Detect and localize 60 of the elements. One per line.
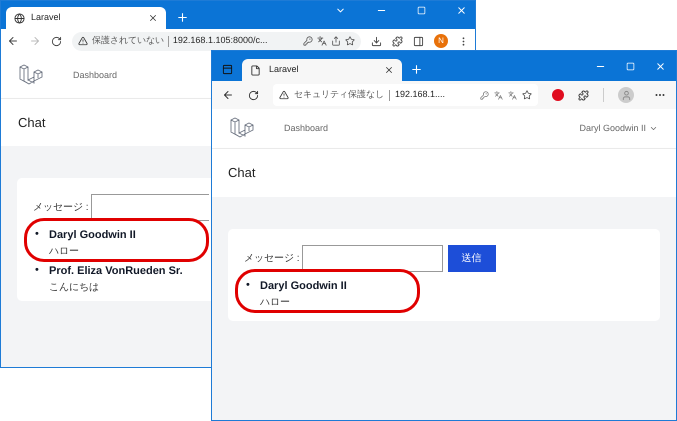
favorite-icon[interactable] xyxy=(522,90,532,100)
back-icon[interactable] xyxy=(222,89,234,101)
new-tab-icon[interactable] xyxy=(410,63,423,76)
translate-icon[interactable] xyxy=(508,90,518,100)
bullet: • xyxy=(34,263,40,278)
new-tab-icon[interactable] xyxy=(176,11,189,24)
reload-icon[interactable] xyxy=(50,36,62,46)
message-author: Prof. Eliza VonRueden Sr. xyxy=(49,264,183,279)
page-icon xyxy=(250,64,261,76)
address-bar[interactable]: 保護されていない 192.168.1.105:8000/c... xyxy=(72,32,362,50)
close-tab-icon[interactable] xyxy=(148,13,158,23)
bullet: • xyxy=(245,278,251,293)
profile-avatar[interactable] xyxy=(618,87,634,103)
message-text: ハロー xyxy=(49,245,79,259)
star-icon[interactable] xyxy=(345,36,356,46)
bullet: • xyxy=(34,227,40,242)
side-panel-icon[interactable] xyxy=(413,36,424,46)
key-icon[interactable] xyxy=(303,36,314,46)
security-warning: 保護されていない xyxy=(92,34,164,48)
download-icon[interactable] xyxy=(371,36,382,46)
tab-title: Laravel xyxy=(31,11,62,24)
message-text: ハロー xyxy=(260,296,290,310)
tab-title: Laravel xyxy=(269,63,300,76)
share-icon[interactable] xyxy=(331,36,342,46)
close-icon[interactable] xyxy=(456,4,467,16)
maximize-icon[interactable] xyxy=(626,62,635,70)
send-button[interactable]: 送信 xyxy=(448,245,496,272)
message-label: メッセージ : xyxy=(33,201,89,215)
page-title: Chat xyxy=(228,164,256,182)
workspace-icon[interactable] xyxy=(222,64,233,75)
message-input[interactable] xyxy=(90,194,209,221)
message-label: メッセージ : xyxy=(244,252,300,266)
back-icon[interactable] xyxy=(7,35,19,47)
globe-icon xyxy=(14,12,25,24)
key-icon[interactable] xyxy=(480,90,490,100)
message-text: こんにちは xyxy=(49,281,99,295)
address-bar[interactable]: セキュリティ保護なし 192.168.1.... xyxy=(272,84,538,106)
extensions-icon[interactable] xyxy=(578,90,590,100)
page-title: Chat xyxy=(18,114,46,132)
close-icon[interactable] xyxy=(655,60,666,72)
user-menu[interactable]: Daryl Goodwin II xyxy=(579,122,658,136)
extension-icon[interactable] xyxy=(552,89,564,101)
maximize-icon[interactable] xyxy=(417,6,426,14)
close-tab-icon[interactable] xyxy=(384,65,394,75)
warning-icon xyxy=(278,90,289,100)
browser-tab[interactable]: Laravel xyxy=(242,59,402,81)
address-text: 192.168.1.... xyxy=(394,88,445,102)
message-input[interactable] xyxy=(302,245,443,272)
chevron-down-icon xyxy=(649,124,658,133)
message-author: Daryl Goodwin II xyxy=(260,279,347,294)
security-warning: セキュリティ保護なし xyxy=(294,88,384,102)
nav-link[interactable]: Dashboard xyxy=(284,122,328,136)
translate-icon[interactable] xyxy=(317,36,328,46)
nav-link[interactable]: Dashboard xyxy=(73,68,118,82)
message-author: Daryl Goodwin II xyxy=(49,228,136,243)
reload-icon[interactable] xyxy=(248,90,259,100)
browser-tab[interactable]: Laravel xyxy=(6,7,166,29)
extensions-icon[interactable] xyxy=(392,36,404,46)
warning-icon xyxy=(78,36,88,46)
address-text: 192.168.1.105:8000/c... xyxy=(172,34,268,48)
